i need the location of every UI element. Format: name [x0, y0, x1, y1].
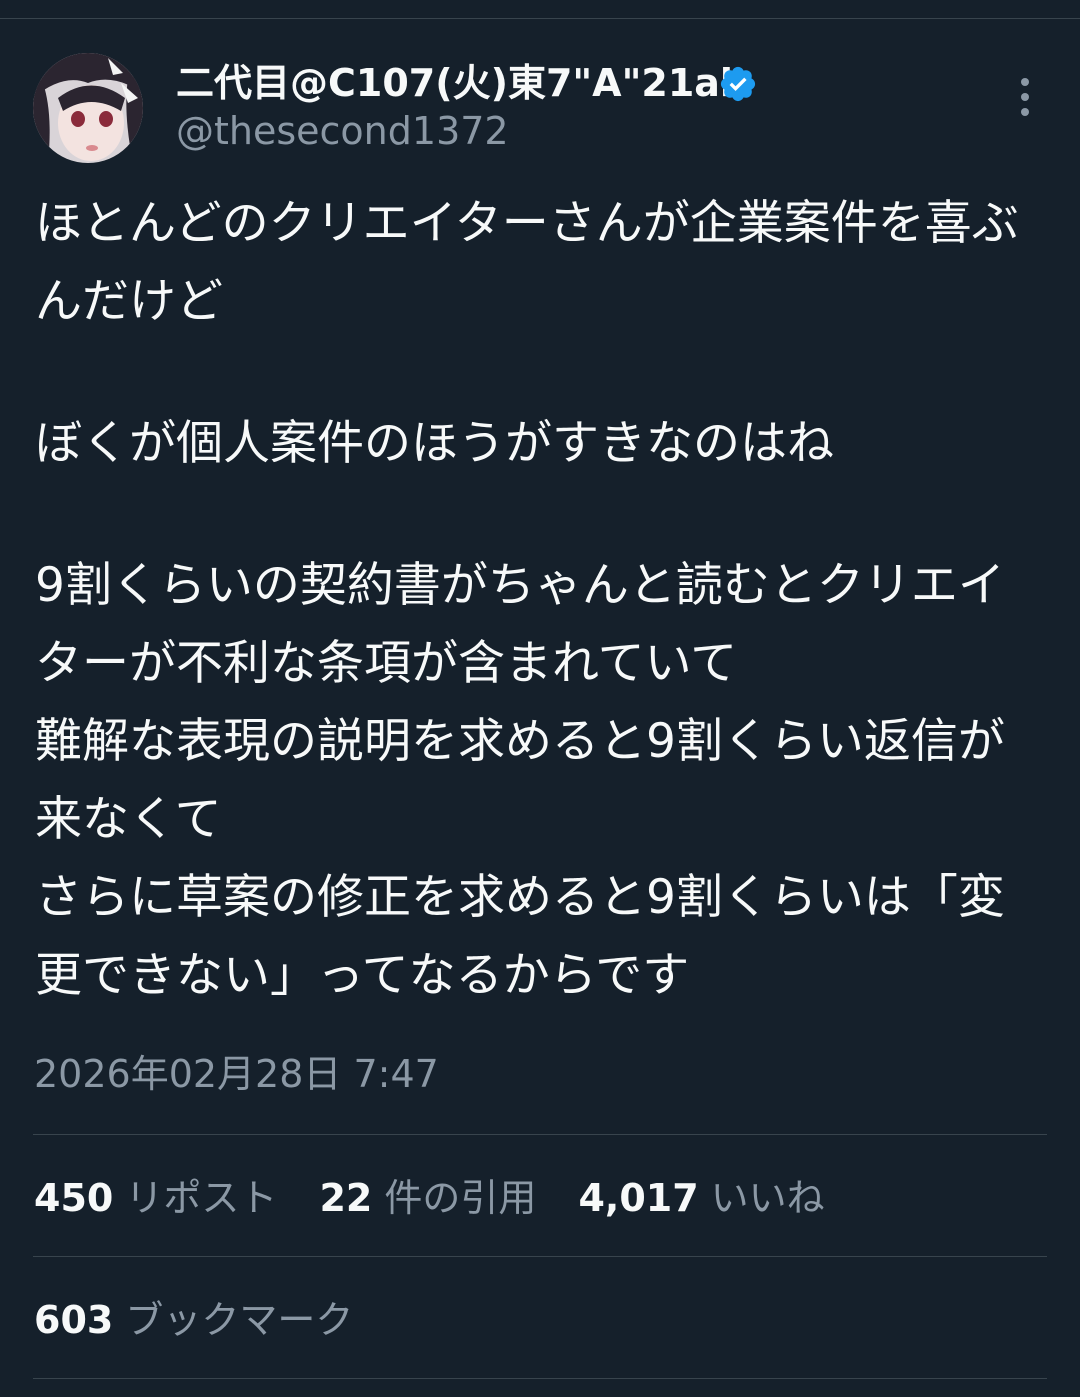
quotes-stat[interactable]: 22 件の引用: [319, 1176, 536, 1220]
quotes-label: 件の引用: [384, 1176, 537, 1220]
tweet-paragraph: ぼくが個人案件のほうがすきなのはね: [35, 416, 834, 471]
reposts-label: リポスト: [125, 1176, 278, 1220]
divider: [33, 1256, 1047, 1257]
more-options-icon[interactable]: [1005, 76, 1045, 120]
tweet-text: ほとんどのクリエイターさんが企業案件を喜ぶんだけど ぼくが個人案件のほうがすきな…: [35, 185, 1045, 1015]
avatar[interactable]: [33, 53, 143, 163]
display-name[interactable]: 二代目@C107(火)東7"A"21ab: [176, 58, 747, 108]
reposts-count: 450: [34, 1176, 114, 1220]
quotes-count: 22: [319, 1176, 373, 1220]
likes-count: 4,017: [578, 1176, 699, 1220]
handle[interactable]: @thesecond1372: [176, 106, 509, 156]
engagement-stats: 450 リポスト 22 件の引用 4,017 いいね: [34, 1172, 855, 1224]
verified-badge-icon: [718, 64, 758, 104]
likes-label: いいね: [710, 1176, 825, 1220]
tweet-paragraph: ほとんどのクリエイターさんが企業案件を喜ぶんだけど: [35, 196, 1019, 329]
bookmarks-label: ブックマーク: [125, 1298, 354, 1342]
divider: [33, 1378, 1047, 1379]
bookmarks-count: 603: [34, 1298, 114, 1342]
likes-stat[interactable]: 4,017 いいね: [578, 1176, 824, 1220]
reposts-stat[interactable]: 450 リポスト: [34, 1176, 277, 1220]
timestamp[interactable]: 2026年02月28日 7:47: [34, 1050, 439, 1098]
top-divider: [0, 18, 1080, 19]
divider: [33, 1134, 1047, 1135]
bookmarks-stat[interactable]: 603 ブックマーク: [34, 1294, 383, 1346]
tweet-detail-page: 二代目@C107(火)東7"A"21ab @thesecond1372 ほとんど…: [0, 0, 1080, 1397]
tweet-paragraph: 9割くらいの契約書がちゃんと読むとクリエイターが不利な条項が含まれていて 難解な…: [35, 558, 1005, 1003]
